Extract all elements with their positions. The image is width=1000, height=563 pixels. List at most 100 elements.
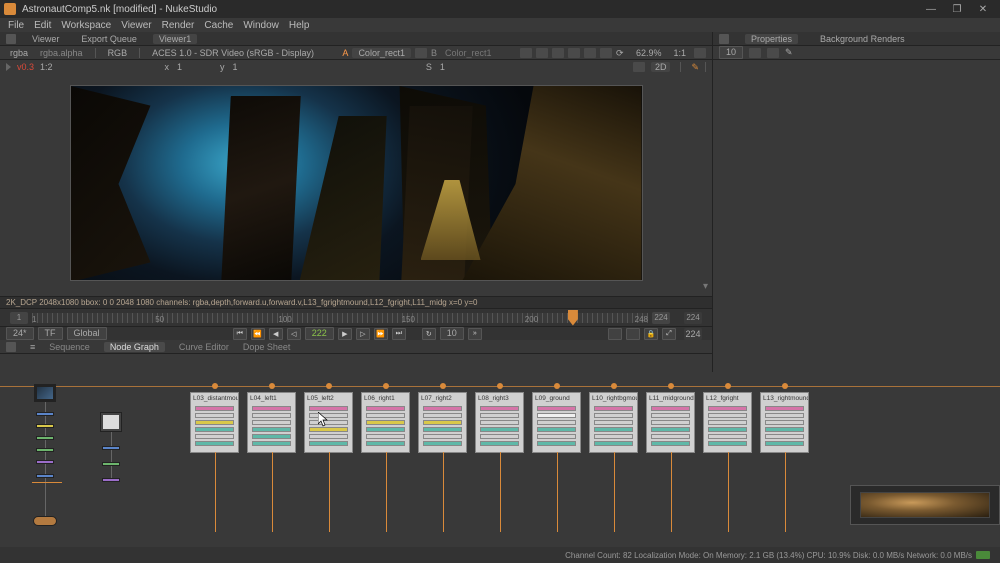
group-node[interactable]: L11_midground — [646, 392, 695, 453]
properties-count[interactable]: 10 — [719, 46, 743, 59]
menu-edit[interactable]: Edit — [34, 20, 51, 31]
zoom-level[interactable]: 62.9% — [632, 48, 666, 58]
read-node[interactable] — [34, 384, 56, 402]
group-node[interactable]: L07_right2 — [418, 392, 467, 453]
node[interactable] — [36, 474, 54, 478]
tab-properties[interactable]: Properties — [745, 34, 798, 44]
tab-export-queue[interactable]: Export Queue — [75, 34, 143, 44]
zoom-ratio[interactable]: 1:1 — [670, 48, 691, 58]
viewer-tool-icon[interactable] — [584, 48, 596, 58]
timeline-end[interactable]: 224 — [652, 312, 670, 324]
group-node[interactable]: L13_rightmound — [760, 392, 809, 453]
tab-sequence[interactable]: Sequence — [49, 342, 90, 352]
tab-dope-sheet[interactable]: Dope Sheet — [243, 342, 291, 352]
step-back-button[interactable]: ◁ — [287, 328, 301, 340]
viewer-frame[interactable] — [70, 85, 643, 281]
menu-help[interactable]: Help — [289, 20, 310, 31]
corner-icon[interactable] — [6, 342, 16, 352]
menu-cache[interactable]: Cache — [204, 20, 233, 31]
menu-render[interactable]: Render — [162, 20, 195, 31]
goto-start-button[interactable]: ⏮ — [233, 328, 247, 340]
panel-icon[interactable]: ≡ — [30, 342, 35, 352]
b-buffer-picker[interactable]: Color_rect1 — [441, 48, 496, 58]
tab-viewer1[interactable]: Viewer1 — [153, 34, 197, 44]
group-node[interactable]: L05_left2 — [304, 392, 353, 453]
lock-icon[interactable] — [749, 48, 761, 58]
minimize-button[interactable]: — — [918, 4, 944, 15]
playhead[interactable] — [568, 310, 578, 326]
menu-workspace[interactable]: Workspace — [61, 20, 111, 31]
viewer-tool-icon[interactable] — [552, 48, 564, 58]
tab-curve-editor[interactable]: Curve Editor — [179, 342, 229, 352]
play-fwd-key-button[interactable]: ⏩ — [374, 328, 388, 340]
viewer-tool-icon[interactable] — [520, 48, 532, 58]
lock-icon[interactable]: 🔒 — [644, 328, 658, 340]
y-value[interactable]: 1 — [231, 62, 244, 72]
group-node[interactable]: L06_right1 — [361, 392, 410, 453]
group-node[interactable]: L04_left1 — [247, 392, 296, 453]
tf-mode[interactable]: TF — [38, 327, 63, 340]
channel-bar — [423, 406, 462, 411]
timeline-track[interactable]: 1 50 100 150 200 248 — [32, 313, 648, 323]
s-value[interactable]: 1 — [438, 62, 451, 72]
loop-icon[interactable]: ↻ — [422, 328, 436, 340]
play-reverse-button[interactable]: ◀ — [269, 328, 283, 340]
wand-icon[interactable]: ✎ — [691, 62, 699, 73]
play-icon[interactable] — [6, 63, 11, 71]
node-graph[interactable]: L03_distantmoundL04_left1L05_left2L06_ri… — [0, 372, 1000, 547]
menu-viewer[interactable]: Viewer — [121, 20, 151, 31]
viewer-tool-icon[interactable] — [600, 48, 612, 58]
corner-icon[interactable] — [6, 34, 16, 44]
wand-icon[interactable]: ✎ — [785, 47, 793, 58]
channel-bar — [651, 434, 690, 439]
ocio-display[interactable]: ACES 1.0 - SDR Video (sRGB - Display) — [148, 48, 318, 58]
group-node[interactable]: L10_rightbgmound — [589, 392, 638, 453]
expand-icon[interactable]: ⤢ — [662, 328, 676, 340]
step-arrow-icon[interactable]: » — [468, 328, 482, 340]
menu-file[interactable]: File — [8, 20, 24, 31]
rgb-mode[interactable]: RGB — [104, 48, 132, 58]
close-button[interactable]: ✕ — [970, 4, 996, 15]
play-button[interactable]: ▶ — [338, 328, 352, 340]
viewer-tool-icon[interactable] — [536, 48, 548, 58]
node[interactable] — [102, 478, 120, 482]
goto-end-button[interactable]: ⏭ — [392, 328, 406, 340]
current-frame[interactable]: 222 — [305, 327, 334, 340]
chevron-down-icon[interactable]: ▾ — [703, 281, 708, 292]
setting-icon[interactable] — [608, 328, 622, 340]
tab-node-graph[interactable]: Node Graph — [104, 342, 165, 352]
viewer-tool-icon[interactable] — [568, 48, 580, 58]
tab-viewer[interactable]: Viewer — [26, 34, 65, 44]
group-node[interactable]: L03_distantmound — [190, 392, 239, 453]
step-size[interactable]: 10 — [440, 327, 464, 340]
group-node[interactable]: L09_ground — [532, 392, 581, 453]
menu-window[interactable]: Window — [243, 20, 279, 31]
trash-icon[interactable] — [767, 48, 779, 58]
timeline[interactable]: 1 1 50 100 150 200 248 224 224 — [0, 308, 712, 326]
refresh-icon[interactable]: ⟳ — [616, 48, 628, 58]
fps-field[interactable]: 24* — [6, 327, 34, 340]
x-value[interactable]: 1 — [175, 62, 188, 72]
group-node[interactable]: L08_right3 — [475, 392, 524, 453]
mode-2d[interactable]: 2D — [651, 62, 671, 72]
viewer-area[interactable]: ▾ — [0, 74, 712, 296]
merge-node[interactable] — [33, 516, 57, 526]
read-node[interactable] — [100, 412, 122, 432]
channel-bar — [480, 427, 519, 432]
tab-background-renders[interactable]: Background Renders — [814, 34, 911, 44]
group-node[interactable]: L12_fgright — [703, 392, 752, 453]
scale-field[interactable]: 1:2 — [40, 62, 53, 72]
restore-button[interactable]: ❐ — [944, 4, 970, 15]
step-fwd-button[interactable]: ▷ — [356, 328, 370, 340]
wipe-icon[interactable] — [415, 48, 427, 58]
setting-icon[interactable] — [626, 328, 640, 340]
viewport-icon[interactable] — [633, 62, 645, 72]
viewer-tool-icon[interactable] — [694, 48, 706, 58]
step-back-key-button[interactable]: ⏪ — [251, 328, 265, 340]
navigator-thumbnail[interactable] — [850, 485, 1000, 525]
a-buffer-picker[interactable]: Color_rect1 — [352, 48, 411, 58]
scope-dropdown[interactable]: Global — [67, 327, 107, 340]
timeline-start[interactable]: 1 — [10, 312, 28, 324]
corner-icon[interactable] — [719, 34, 729, 44]
channels-dropdown[interactable]: rgba — [6, 48, 32, 58]
